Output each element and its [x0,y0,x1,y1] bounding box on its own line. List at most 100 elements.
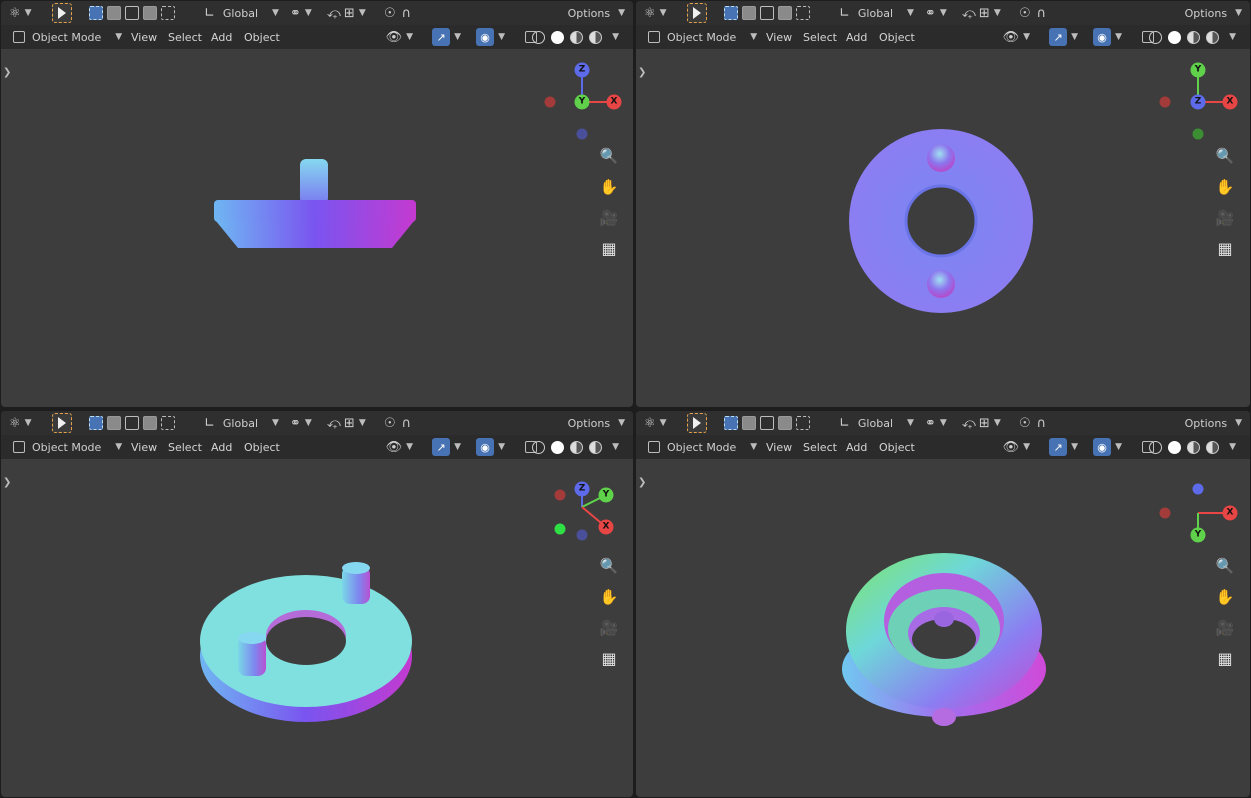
select-new-icon[interactable] [89,6,103,20]
axis-ball[interactable] [554,523,566,535]
wireframe-shading-icon[interactable] [532,30,546,44]
select-subtract-icon[interactable] [125,6,139,20]
menu-select[interactable]: Select [168,25,202,49]
axis-ball[interactable] [544,96,556,108]
gizmo-toggle[interactable]: ↗ ▼ [1049,435,1078,459]
selection-mode-group[interactable] [724,1,810,25]
material-shading-icon[interactable] [570,440,584,454]
viewport-bottom[interactable]: ⚛ ▼ ∟ Global ▼ ⚭ ▼ ⤽ ⊞ ▼ ☉ ∩ Options ▼ O… [636,411,1250,797]
shading-group[interactable]: ▼ [1149,25,1236,49]
axis-ball[interactable] [576,128,588,140]
visibility-dropdown[interactable]: 👁 ▼ [1003,435,1030,459]
axis-ball[interactable]: X [1222,94,1238,110]
camera-icon[interactable]: 🎥 [598,617,620,639]
mode-dropdown[interactable]: Object Mode ▼ [13,25,122,49]
solid-shading-icon[interactable] [551,440,565,454]
snap-dropdown[interactable]: ⤽ ⊞ ▼ [327,1,366,25]
solid-shading-icon[interactable] [551,30,565,44]
proportional-edit-toggle[interactable]: ☉ ∩ [384,411,411,435]
transform-pivot-dropdown[interactable]: ⚛ ▼ [644,1,667,25]
pivot-point-dropdown[interactable]: ⚭ ▼ [925,1,947,25]
hand-icon[interactable]: ✋ [1214,586,1236,608]
select-extend-icon[interactable] [742,6,756,20]
navigation-gizmo[interactable]: X Y [1152,467,1242,557]
selection-mode-group[interactable] [89,1,175,25]
mode-dropdown[interactable]: Object Mode ▼ [13,435,122,459]
axis-ball[interactable]: Y [574,94,590,110]
solid-shading-icon[interactable] [1168,30,1182,44]
select-new-icon[interactable] [89,416,103,430]
select-extend-icon[interactable] [742,416,756,430]
menu-view[interactable]: View [766,25,792,49]
transform-orientation-dropdown[interactable]: ∟ Global ▼ [204,1,279,25]
axis-ball[interactable]: Z [1190,94,1206,110]
select-tool-button[interactable] [52,411,72,435]
select-tool-button[interactable] [687,411,707,435]
options-dropdown[interactable]: Options ▼ [568,411,625,435]
overlay-toggle[interactable]: ◉ ▼ [1093,25,1122,49]
axis-ball[interactable] [1159,96,1171,108]
hand-icon[interactable]: ✋ [598,586,620,608]
menu-add[interactable]: Add [846,435,867,459]
menu-select[interactable]: Select [168,435,202,459]
grid-icon[interactable]: ▦ [598,647,620,669]
shading-group[interactable]: ▼ [1149,435,1236,459]
axis-ball[interactable]: X [606,94,622,110]
camera-icon[interactable]: 🎥 [1214,617,1236,639]
menu-add[interactable]: Add [211,435,232,459]
select-intersect-icon[interactable] [161,416,175,430]
pivot-point-dropdown[interactable]: ⚭ ▼ [290,411,312,435]
menu-select[interactable]: Select [803,25,837,49]
axis-ball[interactable]: Y [598,487,614,503]
hand-icon[interactable]: ✋ [598,176,620,198]
gizmo-toggle[interactable]: ↗ ▼ [1049,25,1078,49]
transform-orientation-dropdown[interactable]: ∟ Global ▼ [204,411,279,435]
snap-dropdown[interactable]: ⤽ ⊞ ▼ [962,411,1001,435]
axis-ball[interactable]: Y [1190,527,1206,543]
axis-ball[interactable] [1159,507,1171,519]
model-perspective-view[interactable] [196,556,416,736]
material-shading-icon[interactable] [1187,440,1201,454]
select-subtract-icon[interactable] [760,6,774,20]
model-bottom-view[interactable] [841,551,1051,726]
select-subtract-icon[interactable] [760,416,774,430]
viewport-perspective[interactable]: ⚛ ▼ ∟ Global ▼ ⚭ ▼ ⤽ ⊞ ▼ ☉ ∩ Options ▼ O… [1,411,633,797]
axis-ball[interactable] [554,489,566,501]
shading-group[interactable]: ▼ [532,25,619,49]
menu-select[interactable]: Select [803,435,837,459]
grid-icon[interactable]: ▦ [598,237,620,259]
viewport-top[interactable]: ⚛ ▼ ∟ Global ▼ ⚭ ▼ ⤽ ⊞ ▼ ☉ ∩ Options ▼ O… [636,1,1250,407]
gizmo-toggle[interactable]: ↗ ▼ [432,25,461,49]
snap-dropdown[interactable]: ⤽ ⊞ ▼ [327,411,366,435]
select-tool-button[interactable] [687,1,707,25]
material-shading-icon[interactable] [1187,30,1201,44]
options-dropdown[interactable]: Options ▼ [568,1,625,25]
visibility-dropdown[interactable]: 👁 ▼ [1003,25,1030,49]
select-new-icon[interactable] [724,416,738,430]
axis-ball[interactable] [576,529,588,541]
mode-dropdown[interactable]: Object Mode ▼ [648,25,757,49]
menu-object[interactable]: Object [879,25,915,49]
select-invert-icon[interactable] [143,416,157,430]
zoom-icon[interactable]: 🔍 [598,555,620,577]
model-top-view[interactable] [846,126,1036,316]
axis-ball[interactable]: Z [574,62,590,78]
menu-view[interactable]: View [131,435,157,459]
camera-icon[interactable]: 🎥 [598,207,620,229]
transform-pivot-dropdown[interactable]: ⚛ ▼ [9,1,32,25]
grid-icon[interactable]: ▦ [1214,237,1236,259]
visibility-dropdown[interactable]: 👁 ▼ [386,435,413,459]
camera-icon[interactable]: 🎥 [1214,207,1236,229]
pivot-point-dropdown[interactable]: ⚭ ▼ [925,411,947,435]
toolbar-expand-icon[interactable]: ❯ [3,477,11,488]
transform-pivot-dropdown[interactable]: ⚛ ▼ [644,411,667,435]
select-tool-button[interactable] [52,1,72,25]
axis-ball[interactable]: Y [1190,62,1206,78]
select-extend-icon[interactable] [107,416,121,430]
navigation-gizmo[interactable]: Z Y X [536,467,626,557]
gizmo-toggle[interactable]: ↗ ▼ [432,435,461,459]
menu-add[interactable]: Add [211,25,232,49]
transform-pivot-dropdown[interactable]: ⚛ ▼ [9,411,32,435]
transform-orientation-dropdown[interactable]: ∟ Global ▼ [839,1,914,25]
visibility-dropdown[interactable]: 👁 ▼ [386,25,413,49]
